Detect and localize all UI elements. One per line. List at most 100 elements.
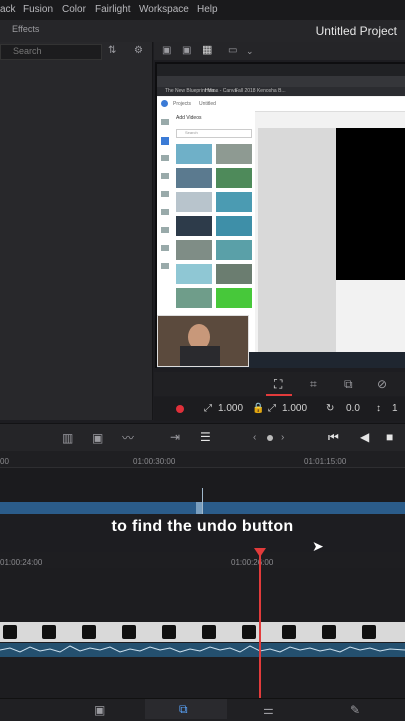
bookmark-2: Home - Canva	[205, 88, 238, 94]
crop-icon[interactable]: ⌗	[310, 378, 317, 390]
video-thumb[interactable]	[216, 144, 252, 164]
page-switcher-bar: ▣ ⧉ ⚌ ✎	[0, 698, 405, 721]
video-thumb[interactable]	[216, 168, 252, 188]
transform-fields: ⤢ 1.000 🔒 ⤢ 1.000 ↻ 0.0 ↕ 1	[154, 397, 405, 421]
sort-icon[interactable]: ⇅	[108, 45, 116, 57]
viewer-toolbar	[154, 42, 405, 60]
timeline-empty-area	[0, 658, 405, 698]
panel-heading: Add Videos	[176, 115, 202, 121]
side-icon-9	[161, 263, 169, 269]
overview-playhead	[202, 488, 203, 514]
browser-address-bar	[157, 76, 405, 87]
video-thumb[interactable]	[176, 288, 212, 308]
image-view-icon[interactable]: ▣	[92, 432, 103, 444]
grid-view-icon[interactable]: ▣	[162, 45, 171, 57]
video-thumb[interactable]	[176, 144, 212, 164]
video-track-clip[interactable]	[0, 622, 405, 642]
bookmark-3: Fall 2018 Kenosha B...	[235, 88, 286, 94]
menu-item-playback[interactable]: ack	[0, 4, 16, 15]
video-thumb[interactable]	[216, 264, 252, 284]
clip-view-icon[interactable]: ▥	[62, 432, 73, 444]
film-frame	[122, 625, 136, 639]
video-thumb[interactable]	[216, 216, 252, 236]
menu-item-fairlight[interactable]: Fairlight	[95, 4, 131, 15]
image-icon[interactable]: ▣	[182, 45, 191, 57]
adjust-icon[interactable]: ☰	[200, 431, 211, 443]
ruler-label: 01:00:24:00	[0, 558, 43, 567]
skip-back-icon[interactable]: ⏮	[328, 431, 339, 443]
zoom-x-field[interactable]: 1.000	[218, 403, 243, 414]
search-placeholder: Search	[13, 46, 42, 56]
effects-tab[interactable]: Effects	[12, 24, 39, 34]
canvas-video	[336, 128, 405, 280]
media-pool-panel	[0, 42, 153, 420]
zoom-y-field[interactable]: 1.000	[282, 403, 307, 414]
monitor-icon[interactable]: ▭	[228, 45, 237, 57]
video-thumb[interactable]	[176, 216, 212, 236]
browser-tab-bar	[157, 64, 405, 76]
side-icon-5	[161, 191, 169, 197]
menu-item-fusion[interactable]: Fusion	[23, 4, 53, 15]
crumb-untitled: Untitled	[199, 101, 216, 107]
dynamic-zoom-icon[interactable]: ⧉	[344, 378, 353, 390]
film-frame	[242, 625, 256, 639]
stop-icon[interactable]: ■	[386, 431, 393, 443]
video-thumb[interactable]	[176, 168, 212, 188]
video-thumb[interactable]	[216, 240, 252, 260]
rewind-icon[interactable]: ◀	[360, 431, 369, 443]
video-thumb[interactable]	[216, 192, 252, 212]
extra-field[interactable]: 1	[392, 403, 398, 414]
audio-waveform	[0, 645, 405, 653]
timeline-ruler-bottom[interactable]: 01:00:24:00 01:00:26:00	[0, 552, 405, 568]
project-title: Untitled Project	[315, 24, 397, 38]
timeline-toolbar: ▥ ▣ 〰 ⇥ ☰ ‹ › ⏮ ◀ ■	[0, 423, 405, 452]
audio-track-clip[interactable]	[0, 643, 405, 657]
transform-tools: ⛶ ⌗ ⧉ ⊘	[154, 372, 405, 396]
insert-clip-icon[interactable]: ⇥	[170, 431, 180, 443]
position-dot[interactable]	[267, 435, 273, 441]
side-icon-8	[161, 245, 169, 251]
video-caption: to find the undo button	[111, 518, 294, 535]
side-icon-media	[161, 137, 169, 145]
transform-icon[interactable]: ⛶	[274, 378, 282, 390]
canvas-workspace	[258, 128, 336, 352]
menu-item-help[interactable]: Help	[197, 4, 218, 15]
waveform-icon[interactable]: 〰	[122, 432, 134, 444]
next-icon[interactable]: ›	[281, 432, 284, 444]
film-frame	[42, 625, 56, 639]
video-thumb[interactable]	[176, 264, 212, 284]
video-thumb[interactable]	[216, 288, 252, 308]
film-frame	[362, 625, 376, 639]
side-icon-7	[161, 227, 169, 233]
media-page-icon[interactable]: ▣	[94, 704, 105, 716]
edit-page-active[interactable]: ⧉	[145, 699, 227, 719]
video-thumb[interactable]	[176, 192, 212, 212]
presenter-shirt	[180, 346, 220, 366]
prev-icon[interactable]: ‹	[253, 432, 256, 444]
video-thumb[interactable]	[176, 240, 212, 260]
layout-icon[interactable]: ▦	[202, 44, 212, 56]
panel-search[interactable]: Search	[176, 129, 252, 138]
film-frame	[162, 625, 176, 639]
rotation-field[interactable]: 0.0	[346, 403, 360, 414]
playhead-line[interactable]	[259, 552, 261, 698]
timeline-ruler-top[interactable]: 00 01:00:30:00 01:01:15:00	[0, 451, 405, 468]
zoom-icon: ⤢	[204, 403, 212, 414]
side-icon-6	[161, 209, 169, 215]
menu-item-workspace[interactable]: Workspace	[139, 4, 189, 15]
search-input[interactable]: Search	[0, 44, 102, 60]
mask-icon[interactable]: ⊘	[377, 378, 387, 390]
side-icon-3	[161, 155, 169, 161]
menu-item-color[interactable]: Color	[62, 4, 86, 15]
playhead-handle[interactable]	[254, 548, 266, 557]
side-icon-4	[161, 173, 169, 179]
options-icon[interactable]: ⚙	[134, 45, 143, 57]
lock-icon[interactable]: 🔒	[252, 403, 264, 414]
record-icon[interactable]	[176, 405, 184, 413]
deliver-page-icon[interactable]: ✎	[350, 704, 360, 716]
chevron-down-icon[interactable]: ⌄	[246, 45, 254, 57]
zoom-y-icon: ⤢	[268, 403, 276, 414]
timeline-tracks-area	[0, 568, 405, 622]
anchor-icon: ↕	[376, 403, 381, 414]
fairlight-page-icon[interactable]: ⚌	[263, 704, 274, 716]
